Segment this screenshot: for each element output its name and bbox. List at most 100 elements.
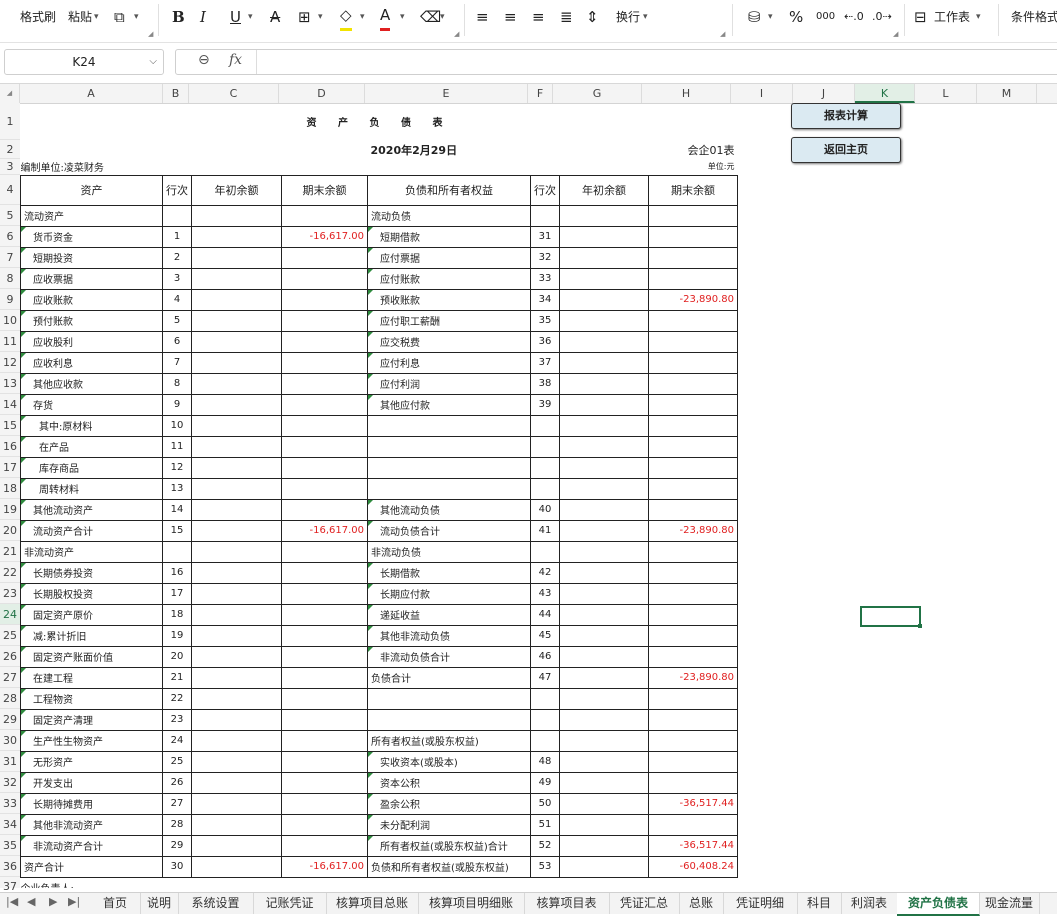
cell[interactable]: 在建工程 <box>20 666 163 689</box>
cell[interactable] <box>281 834 368 857</box>
cell[interactable] <box>648 540 738 563</box>
sheet-tab[interactable]: 科目 <box>797 893 842 914</box>
worksheet-grid[interactable]: 资 产 负 债 表 2020年2月29日 会企01表 编制单位:凌菜财务 单位:元 资产行… <box>20 103 1057 888</box>
cell[interactable] <box>559 351 649 374</box>
cell[interactable] <box>281 750 368 773</box>
cell[interactable] <box>191 855 282 878</box>
cell[interactable]: 14 <box>162 498 192 521</box>
cell[interactable] <box>191 330 282 353</box>
cell[interactable] <box>559 288 649 311</box>
cell[interactable]: -16,617.00 <box>281 225 368 248</box>
cell[interactable]: 其他非流动资产 <box>20 813 163 836</box>
row-header-23[interactable]: 23 <box>0 583 20 604</box>
cell[interactable] <box>367 435 531 458</box>
cell[interactable]: 非流动资产 <box>20 540 163 563</box>
row-header-30[interactable]: 30 <box>0 730 20 751</box>
cell[interactable]: 7 <box>162 351 192 374</box>
cell[interactable]: 2 <box>162 246 192 269</box>
cell[interactable]: 21 <box>162 666 192 689</box>
clipboard-expand-icon[interactable]: ◢ <box>148 30 153 38</box>
worksheet-button[interactable]: 工作表 <box>934 6 970 28</box>
cell[interactable] <box>191 792 282 815</box>
cell[interactable] <box>281 561 368 584</box>
cell[interactable]: 固定资产原价 <box>20 603 163 626</box>
cell[interactable] <box>559 414 649 437</box>
formula-input[interactable]: ⊖ fx <box>175 49 1057 75</box>
border-icon[interactable]: ⊞ <box>298 6 311 28</box>
cell[interactable] <box>162 540 192 563</box>
alignment-expand-icon[interactable]: ◢ <box>720 30 725 38</box>
cell[interactable] <box>648 687 738 710</box>
row-header-2[interactable]: 2 <box>0 140 20 159</box>
row-header-28[interactable]: 28 <box>0 688 20 709</box>
cell[interactable]: 长期债券投资 <box>20 561 163 584</box>
cell[interactable]: 其他应收款 <box>20 372 163 395</box>
wrap-text-button[interactable]: 换行 <box>616 6 640 28</box>
cell[interactable] <box>530 456 560 479</box>
number-format-icon[interactable]: ⛁ <box>748 6 761 28</box>
row-header-29[interactable]: 29 <box>0 709 20 730</box>
clear-dropdown-icon[interactable]: ▾ <box>440 6 445 28</box>
cell[interactable]: 11 <box>162 435 192 458</box>
cell[interactable] <box>559 855 649 878</box>
column-header-K[interactable]: K <box>855 84 915 103</box>
cell[interactable] <box>191 813 282 836</box>
row-header-31[interactable]: 31 <box>0 751 20 772</box>
cell[interactable]: 应收股利 <box>20 330 163 353</box>
cell[interactable]: 负债和所有者权益(或股东权益) <box>367 855 531 878</box>
cell[interactable] <box>281 771 368 794</box>
cell[interactable]: 流动负债 <box>367 204 531 227</box>
column-header-I[interactable]: I <box>731 84 793 103</box>
cell[interactable] <box>191 477 282 500</box>
select-all-corner[interactable]: ◢ <box>0 84 20 103</box>
cell[interactable]: 实收资本(或股本) <box>367 750 531 773</box>
cell[interactable]: 5 <box>162 309 192 332</box>
cell[interactable] <box>648 582 738 605</box>
conditional-format-button[interactable]: 条件格式 <box>1011 6 1057 28</box>
cell[interactable]: 应收利息 <box>20 351 163 374</box>
cell[interactable] <box>281 351 368 374</box>
cell[interactable] <box>281 456 368 479</box>
bold-icon[interactable]: B <box>172 6 185 28</box>
cell[interactable] <box>191 225 282 248</box>
cell[interactable] <box>281 204 368 227</box>
cell[interactable]: 预付账款 <box>20 309 163 332</box>
thousands-separator-icon[interactable]: 000 <box>816 6 835 28</box>
cell[interactable] <box>559 687 649 710</box>
cell[interactable]: 52 <box>530 834 560 857</box>
cell[interactable] <box>162 204 192 227</box>
column-header-B[interactable]: B <box>163 84 189 103</box>
cell[interactable]: 递延收益 <box>367 603 531 626</box>
cell[interactable] <box>648 813 738 836</box>
cell[interactable]: 49 <box>530 771 560 794</box>
cell[interactable] <box>530 414 560 437</box>
cell[interactable]: 53 <box>530 855 560 878</box>
cell[interactable] <box>191 288 282 311</box>
row-header-33[interactable]: 33 <box>0 793 20 814</box>
border-dropdown-icon[interactable]: ▾ <box>318 6 323 28</box>
cell[interactable] <box>648 372 738 395</box>
cell[interactable]: 46 <box>530 645 560 668</box>
cell[interactable] <box>648 204 738 227</box>
cell[interactable]: 应收账款 <box>20 288 163 311</box>
cell[interactable] <box>559 330 649 353</box>
cell[interactable]: 应交税费 <box>367 330 531 353</box>
cell[interactable]: 44 <box>530 603 560 626</box>
zoom-icon[interactable]: ⊖ <box>198 52 210 68</box>
cell[interactable] <box>559 519 649 542</box>
cell[interactable]: 非流动资产合计 <box>20 834 163 857</box>
wrap-dropdown-icon[interactable]: ▾ <box>643 6 648 28</box>
cell[interactable]: 25 <box>162 750 192 773</box>
sheet-tab[interactable]: 记账凭证 <box>253 893 327 914</box>
cell[interactable] <box>367 477 531 500</box>
cell[interactable] <box>648 645 738 668</box>
cell[interactable]: 负债合计 <box>367 666 531 689</box>
sheet-tab[interactable]: 系统设置 <box>178 893 254 914</box>
underline-dropdown-icon[interactable]: ▾ <box>248 6 253 28</box>
row-header-19[interactable]: 19 <box>0 499 20 520</box>
cell[interactable] <box>648 477 738 500</box>
cell[interactable] <box>191 666 282 689</box>
cell[interactable] <box>191 414 282 437</box>
format-painter-button[interactable]: 格式刷 <box>20 6 56 28</box>
row-header-4[interactable]: 4 <box>0 175 20 205</box>
